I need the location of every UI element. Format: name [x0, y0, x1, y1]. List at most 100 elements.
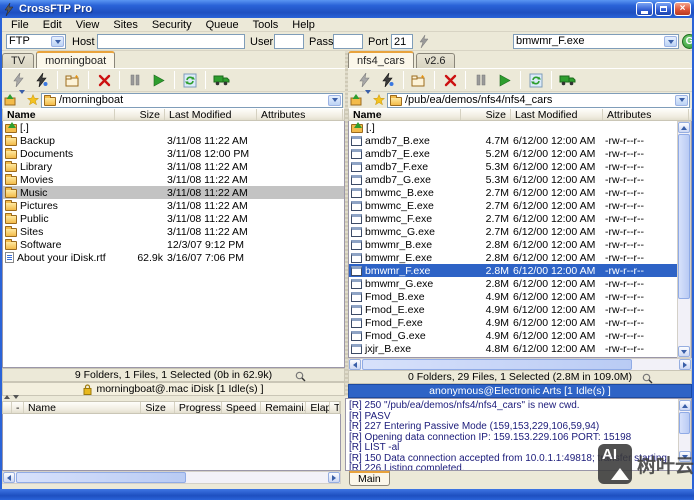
menu-help[interactable]: Help [285, 19, 322, 31]
tab-morningboat[interactable]: morningboat [36, 51, 115, 68]
search-icon[interactable] [642, 373, 653, 384]
file-row[interactable]: About your iDisk.rtf62.9k3/16/07 7:06 PM [3, 251, 344, 264]
file-row[interactable]: bmwmc_G.exe2.7M6/12/00 12:00 AM-rw-r--r-… [349, 225, 691, 238]
up-directory-dropdown-arrow[interactable] [19, 94, 25, 106]
favorites-star-icon[interactable] [27, 94, 39, 106]
column-header-name[interactable]: Name [349, 109, 461, 120]
protocol-dropdown-arrow[interactable] [51, 36, 64, 47]
file-row[interactable]: Fmod_B.exe4.9M6/12/00 12:00 AM-rw-r--r-- [349, 290, 691, 303]
path-dropdown-arrow[interactable] [328, 95, 341, 106]
column-header-attributes[interactable]: Attributes [257, 109, 343, 120]
restore-button[interactable] [655, 2, 672, 16]
file-list-vscrollbar[interactable] [677, 121, 691, 358]
favorites-star-icon[interactable] [373, 94, 385, 106]
menu-view[interactable]: View [69, 19, 107, 31]
pass-input[interactable] [333, 34, 363, 49]
minimize-button[interactable] [636, 2, 653, 16]
file-row[interactable]: Fmod_G.exe4.9M6/12/00 12:00 AM-rw-r--r-- [349, 329, 691, 342]
menu-file[interactable]: File [4, 19, 36, 31]
quick-connect-dropdown-arrow[interactable] [664, 36, 677, 47]
column-header-size[interactable]: Size [115, 109, 165, 120]
file-row[interactable]: Pictures3/11/08 11:22 AM [3, 199, 344, 212]
menu-security[interactable]: Security [145, 19, 199, 31]
file-row[interactable]: Movies3/11/08 11:22 AM [3, 173, 344, 186]
column-header-name[interactable]: Name [3, 109, 115, 120]
file-list[interactable]: [.]Backup3/11/08 11:22 AMDocuments3/11/0… [2, 121, 345, 368]
column-header-size[interactable]: Size [461, 109, 511, 120]
file-row[interactable]: bmwmc_F.exe2.7M6/12/00 12:00 AM-rw-r--r-… [349, 212, 691, 225]
connect-button[interactable] [30, 70, 54, 91]
close-button[interactable]: × [674, 2, 691, 16]
search-icon[interactable] [295, 371, 306, 382]
file-row[interactable]: Public3/11/08 11:22 AM [3, 212, 344, 225]
new-folder-button[interactable]: * [407, 70, 431, 91]
menu-tools[interactable]: Tools [246, 19, 286, 31]
new-folder-button[interactable]: * [61, 70, 85, 91]
file-row[interactable]: amdb7_F.exe5.3M6/12/00 12:00 AM-rw-r--r-… [349, 160, 691, 173]
file-row[interactable]: amdb7_G.exe5.3M6/12/00 12:00 AM-rw-r--r-… [349, 173, 691, 186]
disconnect-button[interactable] [6, 70, 30, 91]
menu-sites[interactable]: Sites [106, 19, 144, 31]
refresh-button[interactable] [178, 70, 202, 91]
transfer-truck-button[interactable] [209, 70, 233, 91]
user-input[interactable] [274, 34, 304, 49]
tab-nfs4-cars[interactable]: nfs4_cars [348, 51, 414, 68]
tab-tv[interactable]: TV [2, 53, 34, 68]
quick-connect-lightning-icon[interactable] [419, 35, 429, 48]
file-row[interactable]: Backup3/11/08 11:22 AM [3, 134, 344, 147]
log-tab-main[interactable]: Main [349, 471, 390, 486]
start-play-button[interactable] [147, 70, 171, 91]
pause-button[interactable] [123, 70, 147, 91]
queue-hscrollbar[interactable] [2, 471, 341, 484]
refresh-button[interactable] [524, 70, 548, 91]
file-row[interactable]: Fmod_F.exe4.9M6/12/00 12:00 AM-rw-r--r-- [349, 316, 691, 329]
disconnect-button[interactable] [352, 70, 376, 91]
queue-column-remaini[interactable]: Remaini... [261, 402, 306, 413]
file-row[interactable]: Music3/11/08 11:22 AM [3, 186, 344, 199]
menu-edit[interactable]: Edit [36, 19, 69, 31]
file-row[interactable]: [.] [349, 121, 691, 134]
transfer-truck-button[interactable] [555, 70, 579, 91]
path-combobox[interactable]: /pub/ea/demos/nfs4/nfs4_cars [387, 93, 690, 108]
path-dropdown-arrow[interactable] [675, 95, 688, 106]
file-row[interactable]: Sites3/11/08 11:22 AM [3, 225, 344, 238]
column-header-last-modified[interactable]: Last Modified [165, 109, 257, 120]
connect-button[interactable] [376, 70, 400, 91]
file-row[interactable]: Fmod_E.exe4.9M6/12/00 12:00 AM-rw-r--r-- [349, 303, 691, 316]
file-row[interactable]: bmwmr_G.exe2.8M6/12/00 12:00 AM-rw-r--r-… [349, 277, 691, 290]
file-row[interactable]: [.] [3, 121, 344, 134]
file-row[interactable]: bmwmc_B.exe2.7M6/12/00 12:00 AM-rw-r--r-… [349, 186, 691, 199]
file-list[interactable]: [.]amdb7_B.exe4.7M6/12/00 12:00 AM-rw-r-… [348, 121, 692, 358]
queue-column-elap[interactable]: Elap.. [306, 402, 330, 413]
protocol-select[interactable]: FTP [6, 34, 66, 49]
file-row[interactable]: Library3/11/08 11:22 AM [3, 160, 344, 173]
file-row[interactable]: bmwmr_B.exe2.8M6/12/00 12:00 AM-rw-r--r-… [349, 238, 691, 251]
up-directory-dropdown-arrow[interactable] [365, 94, 371, 106]
port-input[interactable] [391, 34, 413, 49]
file-row[interactable]: jxjr_B.exe4.8M6/12/00 12:00 AM-rw-r--r-- [349, 342, 691, 355]
column-header-last-modified[interactable]: Last Modified [511, 109, 603, 120]
queue-column-size[interactable]: Size [141, 402, 174, 413]
path-combobox[interactable]: /morningboat [41, 93, 343, 108]
start-play-button[interactable] [493, 70, 517, 91]
up-directory-icon[interactable] [4, 94, 17, 106]
file-row[interactable]: bmwmc_E.exe2.7M6/12/00 12:00 AM-rw-r--r-… [349, 199, 691, 212]
delete-x-button[interactable] [92, 70, 116, 91]
pause-button[interactable] [469, 70, 493, 91]
file-row[interactable]: bmwmr_F.exe2.8M6/12/00 12:00 AM-rw-r--r-… [349, 264, 691, 277]
queue-column-sort[interactable] [3, 402, 12, 413]
quick-connect-combo[interactable]: bmwmr_F.exe [513, 34, 679, 49]
queue-column-progress[interactable]: Progress [175, 402, 222, 413]
up-directory-icon[interactable] [350, 94, 363, 106]
tab-v2-6[interactable]: v2.6 [416, 53, 455, 68]
queue-body[interactable] [2, 414, 341, 471]
queue-column-status[interactable]: - [12, 402, 24, 413]
delete-x-button[interactable] [438, 70, 462, 91]
file-row[interactable]: Software12/3/07 9:12 PM [3, 238, 344, 251]
queue-column-t[interactable]: T [330, 402, 340, 413]
host-input[interactable] [97, 34, 245, 49]
queue-column-speed[interactable]: Speed [222, 402, 261, 413]
queue-column-name[interactable]: Name [24, 402, 141, 413]
file-row[interactable]: amdb7_E.exe5.2M6/12/00 12:00 AM-rw-r--r-… [349, 147, 691, 160]
file-row[interactable]: bmwmr_E.exe2.8M6/12/00 12:00 AM-rw-r--r-… [349, 251, 691, 264]
